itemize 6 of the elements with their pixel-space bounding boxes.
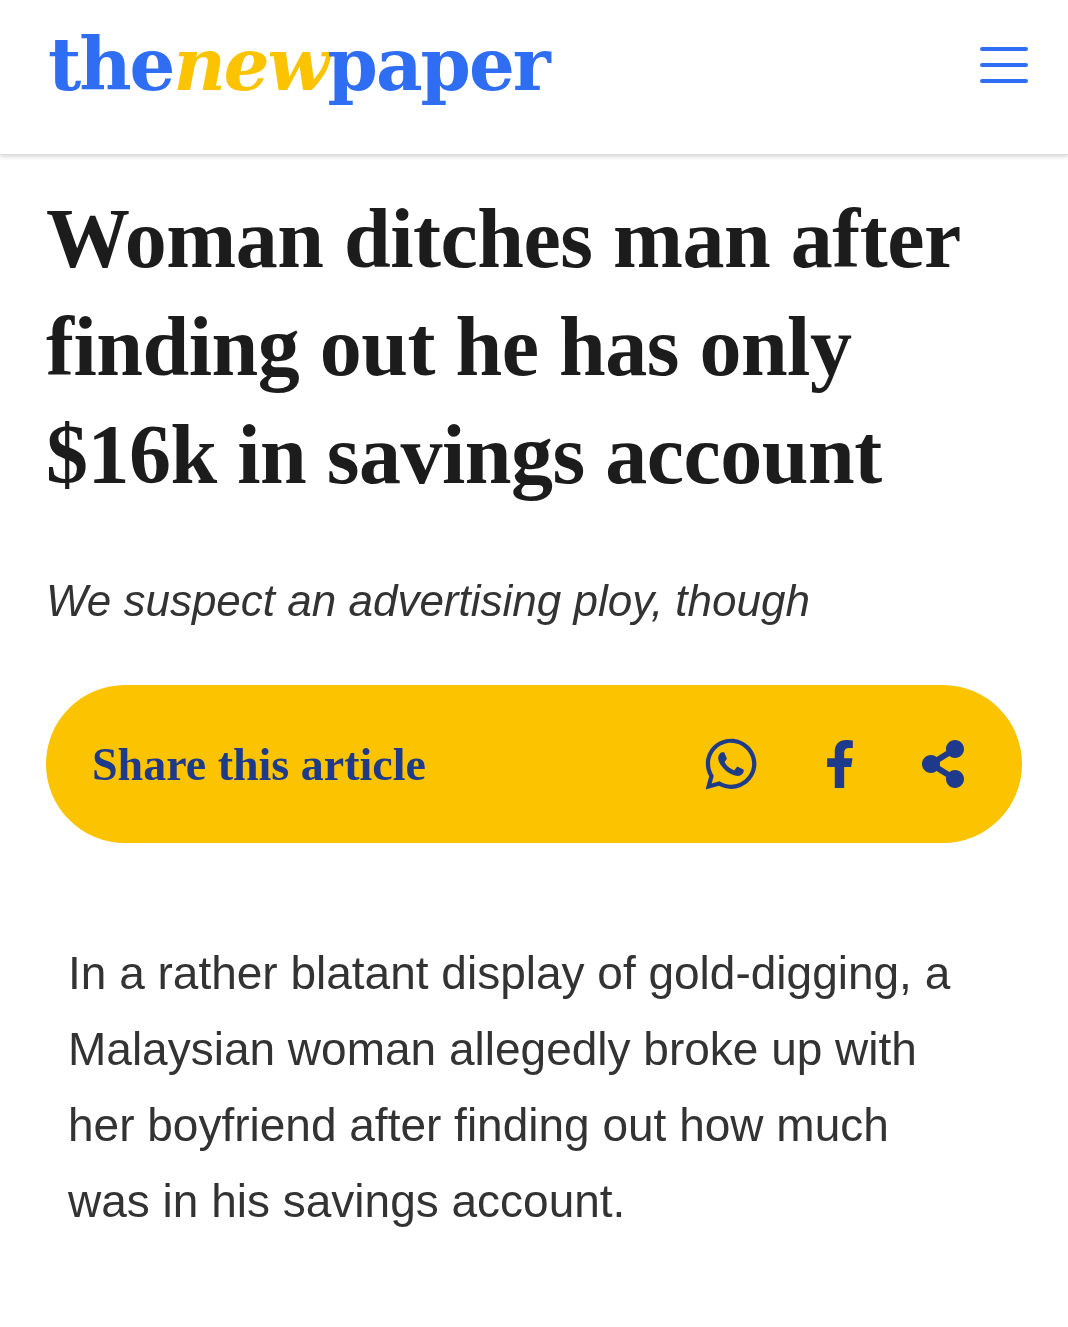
article-headline: Woman ditches man after finding out he has only $16k in savings account: [46, 191, 961, 503]
article-body: In a rather blatant display of gold-digging, a Malaysian woman allegedly broke up with her boyfriend after finding out how much was in his savings account.: [67, 946, 952, 1229]
menu-icon[interactable]: [980, 47, 1028, 83]
share-icon[interactable]: [920, 740, 966, 788]
share-label: Share this article: [92, 737, 427, 792]
article-standfirst: We suspect an advertising ploy, though: [46, 575, 811, 627]
